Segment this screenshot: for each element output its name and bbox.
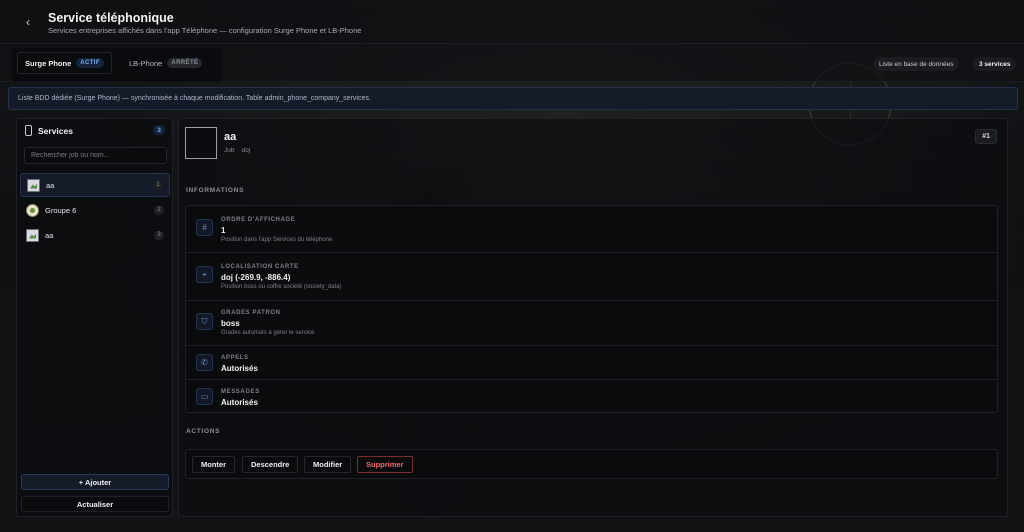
info-label: GRADES PATRON <box>221 310 281 316</box>
tab-label: LB-Phone <box>129 58 163 68</box>
sidebar-header: Services <box>25 125 73 136</box>
refresh-button[interactable]: Actualiser <box>21 496 169 512</box>
service-job: Job doj <box>224 147 250 154</box>
job-label: Job <box>224 147 235 154</box>
list-item[interactable]: aa 1 <box>20 173 170 197</box>
info-row-calls: ✆ APPELS Autorisés <box>186 346 997 380</box>
edit-button[interactable]: Modifier <box>304 456 352 473</box>
service-image <box>185 127 217 159</box>
info-row-display-order: # ORDRE D'AFFICHAGE 1 Position dans l'ap… <box>186 206 997 253</box>
info-label: APPELS <box>221 355 249 361</box>
info-value: Autorisés <box>221 364 258 373</box>
page-header: ‹ Service téléphonique Services entrepri… <box>0 0 1024 44</box>
list-item-label: aa <box>46 180 55 190</box>
status-badge: ARRÊTÉ <box>167 58 203 68</box>
info-value: boss <box>221 319 240 328</box>
service-image-icon <box>27 178 40 192</box>
info-value: doj (-269.9, -886.4) <box>221 273 291 282</box>
service-detail-panel: aa Job doj #1 INFORMATIONS # ORDRE D'AFF… <box>178 118 1008 517</box>
info-hint: Position boss ou coffre société (society… <box>221 284 342 290</box>
info-row-map-location: ⌖ LOCALISATION CARTE doj (-269.9, -886.4… <box>186 253 997 301</box>
chevron-left-icon: ‹ <box>26 15 30 29</box>
services-count-chip: 3 services <box>973 57 1017 71</box>
services-list: aa 1 Groupe 6 2 aa 3 <box>20 173 170 248</box>
map-pin-icon: ⌖ <box>196 266 213 283</box>
shield-icon: ⛉ <box>196 313 213 330</box>
service-image-icon <box>26 228 39 242</box>
info-row-messages: ▭ MESSAGES Autorisés <box>186 380 997 414</box>
sidebar-count-badge: 3 <box>153 125 165 135</box>
message-icon: ▭ <box>196 388 213 405</box>
move-down-button[interactable]: Descendre <box>242 456 299 473</box>
tab-surge-phone[interactable]: Surge Phone ACTIF <box>17 52 112 74</box>
list-item-index: 3 <box>154 230 164 240</box>
tab-lb-phone[interactable]: LB-Phone ARRÊTÉ <box>122 52 209 74</box>
info-banner: Liste BDD dédiée (Surge Phone) — synchro… <box>8 87 1018 110</box>
service-name: aa <box>224 131 237 143</box>
hash-icon: # <box>196 219 213 236</box>
info-label: ORDRE D'AFFICHAGE <box>221 217 296 223</box>
informations-card: # ORDRE D'AFFICHAGE 1 Position dans l'ap… <box>185 205 998 413</box>
info-hint: Position dans l'app Services du téléphon… <box>221 237 333 243</box>
info-row-boss-grades: ⛉ GRADES PATRON boss Grades autorisés à … <box>186 301 997 346</box>
tab-label: Surge Phone <box>25 58 72 68</box>
list-item-label: aa <box>45 230 54 240</box>
page-title: Service téléphonique <box>48 11 174 25</box>
page-subtitle: Services entreprises affichés dans l'app… <box>48 26 362 35</box>
services-sidebar: Services 3 aa 1 Groupe 6 2 aa 3 + Ajoute… <box>16 118 173 517</box>
phone-icon: ✆ <box>196 354 213 371</box>
add-service-button[interactable]: + Ajouter <box>21 474 169 490</box>
database-list-chip: Liste en base de données <box>873 57 960 71</box>
sidebar-title: Services <box>38 125 73 136</box>
job-value: doj <box>241 147 251 154</box>
list-item-label: Groupe 6 <box>45 205 77 215</box>
search-input[interactable] <box>24 147 167 164</box>
delete-button[interactable]: Supprimer <box>357 456 413 473</box>
back-button[interactable]: ‹ <box>20 14 36 30</box>
info-label: LOCALISATION CARTE <box>221 264 299 270</box>
status-badge: ACTIF <box>76 58 104 68</box>
info-value: 1 <box>221 226 226 235</box>
service-id-badge: #1 <box>975 129 997 144</box>
service-logo-icon <box>26 203 39 217</box>
list-item[interactable]: aa 3 <box>20 223 170 247</box>
list-item-index: 1 <box>153 180 163 190</box>
info-label: MESSAGES <box>221 389 260 395</box>
actions-heading: ACTIONS <box>186 428 221 435</box>
move-up-button[interactable]: Monter <box>192 456 235 473</box>
info-value: Autorisés <box>221 398 258 407</box>
smartphone-icon <box>25 125 32 136</box>
actions-card: Monter Descendre Modifier Supprimer <box>185 449 998 479</box>
list-item-index: 2 <box>154 205 164 215</box>
info-hint: Grades autorisés à gérer le service <box>221 330 315 336</box>
list-item[interactable]: Groupe 6 2 <box>20 198 170 222</box>
informations-heading: INFORMATIONS <box>186 187 245 194</box>
